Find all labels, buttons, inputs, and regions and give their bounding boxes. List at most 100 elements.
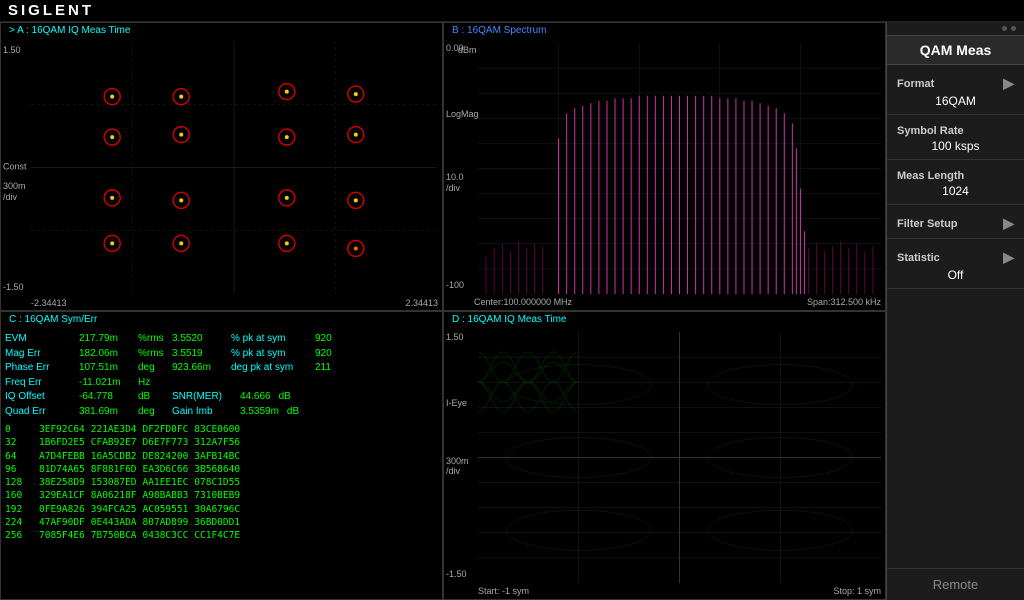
symbol-rate-label: Symbol Rate xyxy=(897,125,1014,137)
panel-c: C : 16QAM Sym/Err EVM 217.79m %rms 3.552… xyxy=(0,311,443,600)
hex-row-0: 0 3EF92C64 221AE3D4 DF2FD0FC 83CE0600 xyxy=(5,423,438,436)
magerr-label: Mag Err xyxy=(5,347,75,362)
yb-top-unit: dBm xyxy=(458,45,477,55)
magerr-label2: % pk at sym xyxy=(231,347,311,362)
app-logo: SIGLENT xyxy=(8,2,94,19)
xd-stop: Stop: 1 sym xyxy=(833,586,881,596)
hex-row-7: 224 47AF90DF 0E443ADA 807AD899 36BD0DD1 xyxy=(5,516,438,529)
remote-label: Remote xyxy=(887,568,1024,600)
hex-row-1: 32 1B6FD2E5 CFAB92E7 D6E7F773 312A7F56 xyxy=(5,436,438,449)
magerr-row: Mag Err 182.06m %rms 3.5519 % pk at sym … xyxy=(5,347,438,362)
freqerr-val: -11.021m xyxy=(79,376,134,391)
phaseerr-label2: deg pk at sym xyxy=(231,361,311,376)
hex-row-8: 256 7085F4E6 7B750BCA 0438C3CC CC1F4C7E xyxy=(5,529,438,542)
statistic-value: Off xyxy=(897,268,1014,282)
yb-bottom: -100 xyxy=(446,280,464,290)
iqoffset-label: IQ Offset xyxy=(5,390,75,405)
panel-a-title: > A : 16QAM IQ Meas Time xyxy=(9,25,130,36)
constellation-chart xyxy=(31,41,437,294)
xa-right: 2.34413 xyxy=(405,298,438,308)
quaderr-row: Quad Err 381.69m deg Gain Imb 3.5359m dB xyxy=(5,405,438,420)
sidebar-item-meas-length: Meas Length 1024 xyxy=(887,160,1024,205)
phaseerr-label: Phase Err xyxy=(5,361,75,376)
panel-d: D : 16QAM IQ Meas Time 1.50 I-Eye 300m/d… xyxy=(443,311,886,600)
evm-label: EVM xyxy=(5,332,75,347)
evm-val: 217.79m xyxy=(79,332,134,347)
symbol-rate-value: 100 ksps xyxy=(897,139,1014,153)
xb-center: Center:100.000000 MHz xyxy=(474,297,572,307)
yb-logmag: LogMag xyxy=(446,109,479,119)
dots-decoration xyxy=(887,22,1024,35)
hex-row-4: 128 38E258D9 153087ED AA1EE1EC 078C1D55 xyxy=(5,476,438,489)
format-value: 16QAM xyxy=(897,94,1014,108)
filter-setup-arrow: ▶ xyxy=(1003,215,1014,232)
magerr-val: 182.06m xyxy=(79,347,134,362)
hex-row-3: 96 81D74A65 8F881F6D EA3D6C66 3B568640 xyxy=(5,463,438,476)
iqoffset-row: IQ Offset -64.778 dB SNR(MER) 44.666 dB xyxy=(5,390,438,405)
quaderr-unit: deg xyxy=(138,405,168,420)
yd-bottom: -1.50 xyxy=(446,569,467,579)
evm-row: EVM 217.79m %rms 3.5520 % pk at sym 920 xyxy=(5,332,438,347)
phaseerr-unit: deg xyxy=(138,361,168,376)
sidebar-header: QAM Meas xyxy=(887,35,1024,65)
panel-b-title: B : 16QAM Spectrum xyxy=(452,25,546,36)
sidebar-item-filter-setup[interactable]: Filter Setup ▶ xyxy=(887,205,1024,239)
ya-mid: 300m/div xyxy=(3,181,26,203)
magerr-val3: 920 xyxy=(315,347,332,362)
quaderr-val3: 3.5359m xyxy=(240,405,279,420)
format-arrow: ▶ xyxy=(1003,75,1014,92)
hex-data-table: 0 3EF92C64 221AE3D4 DF2FD0FC 83CE0600 32… xyxy=(5,423,438,543)
freqerr-row: Freq Err -11.021m Hz xyxy=(5,376,438,391)
evm-label2: % pk at sym xyxy=(231,332,311,347)
sidebar-item-symbol-rate: Symbol Rate 100 ksps xyxy=(887,115,1024,160)
panel-d-title: D : 16QAM IQ Meas Time xyxy=(452,314,566,325)
ya-left-label: Const xyxy=(3,161,27,172)
eye-diagram-chart xyxy=(478,332,881,583)
yb-div: 10.0/div xyxy=(446,172,464,194)
iqoffset-label2: SNR(MER) xyxy=(172,390,232,405)
yd-div: 300m/div xyxy=(446,456,469,478)
panel-b: B : 16QAM Spectrum 0.00 dBm LogMag 10.0/… xyxy=(443,22,886,311)
panel-c-title: C : 16QAM Sym/Err xyxy=(9,314,97,325)
meas-length-label: Meas Length xyxy=(897,170,1014,182)
filter-setup-label: Filter Setup ▶ xyxy=(897,215,1014,232)
spectrum-chart xyxy=(478,43,881,294)
quaderr-val: 381.69m xyxy=(79,405,134,420)
magerr-val2: 3.5519 xyxy=(172,347,227,362)
iqoffset-unit: dB xyxy=(138,390,168,405)
evm-unit: %rms xyxy=(138,332,168,347)
freqerr-unit: Hz xyxy=(138,376,168,391)
iqoffset-unit2: dB xyxy=(279,390,291,405)
meas-length-value: 1024 xyxy=(897,184,1014,198)
hex-row-5: 160 329EA1CF 8A06218F A98BABB3 7310BEB9 xyxy=(5,489,438,502)
format-label: Format ▶ xyxy=(897,75,1014,92)
phaseerr-val: 107.51m xyxy=(79,361,134,376)
xb-span: Span:312.500 kHz xyxy=(807,297,881,307)
xd-start: Start: -1 sym xyxy=(478,586,529,596)
yd-top: 1.50 xyxy=(446,332,464,342)
measurements-table: EVM 217.79m %rms 3.5520 % pk at sym 920 … xyxy=(5,332,438,595)
ya-top: 1.50 xyxy=(3,45,21,55)
quaderr-label2: Gain Imb xyxy=(172,405,232,420)
iqoffset-val: -64.778 xyxy=(79,390,134,405)
sidebar-item-format[interactable]: Format ▶ 16QAM xyxy=(887,65,1024,115)
phaseerr-val2: 923.66m xyxy=(172,361,227,376)
quaderr-unit2: dB xyxy=(287,405,299,420)
xa-left: -2.34413 xyxy=(31,298,67,308)
statistic-label: Statistic ▶ xyxy=(897,249,1014,266)
magerr-unit: %rms xyxy=(138,347,168,362)
evm-val3: 920 xyxy=(315,332,332,347)
hex-row-6: 192 0FE9A826 394FCA25 AC059551 30A6796C xyxy=(5,503,438,516)
phaseerr-val3: 211 xyxy=(315,361,331,376)
iqoffset-val3: 44.666 xyxy=(240,390,271,405)
statistic-arrow: ▶ xyxy=(1003,249,1014,266)
evm-val2: 3.5520 xyxy=(172,332,227,347)
quaderr-label: Quad Err xyxy=(5,405,75,420)
hex-row-2: 64 A7D4FEBB 16A5CDB2 DE824200 3AFB14BC xyxy=(5,450,438,463)
ya-bottom: -1.50 xyxy=(3,282,24,292)
panel-a: > A : 16QAM IQ Meas Time 1.50 Const 300m… xyxy=(0,22,443,311)
freqerr-label: Freq Err xyxy=(5,376,75,391)
yd-label: I-Eye xyxy=(446,398,467,408)
sidebar-item-statistic[interactable]: Statistic ▶ Off xyxy=(887,239,1024,289)
phaseerr-row: Phase Err 107.51m deg 923.66m deg pk at … xyxy=(5,361,438,376)
